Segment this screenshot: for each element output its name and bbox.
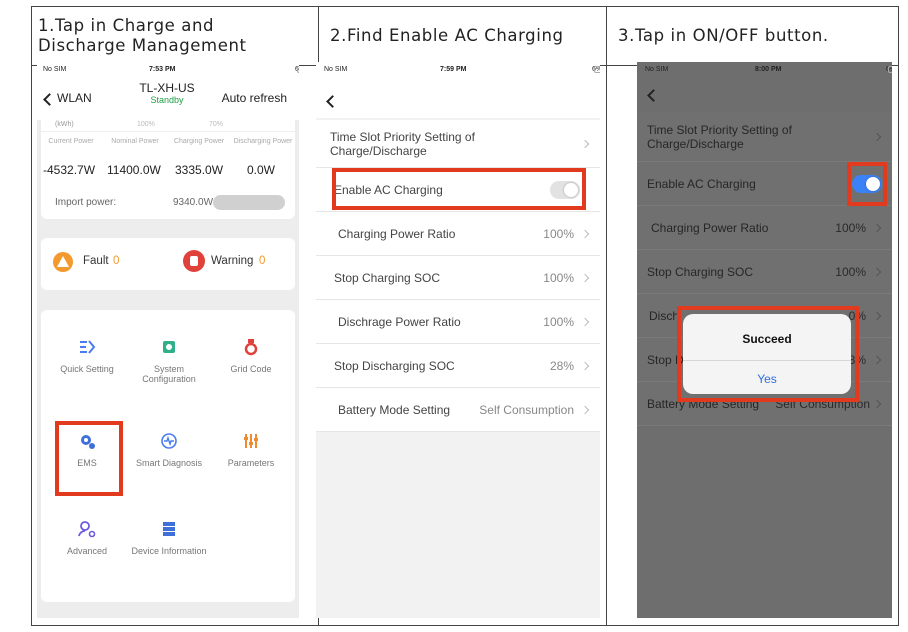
menu-quick-setting[interactable]: Quick Setting xyxy=(47,338,127,374)
quick-setting-icon xyxy=(80,340,96,354)
row-battery-mode-setting[interactable]: Battery Mode Setting Self Consumption xyxy=(316,388,600,432)
nominal-power-value: 11400.0W xyxy=(107,163,161,177)
phone-screen-2: No SIM 7:59 PM 6% Time Slot Priority Set… xyxy=(316,62,600,618)
fault-count: 0 xyxy=(113,255,120,267)
status-bar: No SIM 7:59 PM 6% xyxy=(316,66,600,76)
charging-power-value: 3335.0W xyxy=(175,163,224,177)
highlight-dialog xyxy=(677,306,859,402)
device-information-icon xyxy=(163,522,175,536)
menu-grid-code[interactable]: Grid Code xyxy=(211,338,291,374)
row-time-slot-priority[interactable]: Time Slot Priority Setting of Charge/Dis… xyxy=(316,120,600,168)
import-power-pill xyxy=(213,195,285,210)
back-icon[interactable] xyxy=(647,89,660,102)
menu-parameters[interactable]: Parameters xyxy=(211,432,291,468)
menu-system-configuration[interactable]: System Configuration xyxy=(129,338,209,384)
grid-code-icon xyxy=(244,339,258,356)
status-badge: Standby xyxy=(150,95,184,105)
advanced-user-icon xyxy=(78,521,96,538)
power-card: (kWh) 100% 70% Current Power Nominal Pow… xyxy=(41,119,295,219)
menu-advanced[interactable]: Advanced xyxy=(47,520,127,556)
current-power-value: -4532.7W xyxy=(43,163,96,177)
row-charging-power-ratio[interactable]: Charging Power Ratio 100% xyxy=(637,206,892,250)
status-bar: No SIM 7:53 PM 6% xyxy=(37,66,299,76)
warning-count: 0 xyxy=(259,255,266,267)
fault-icon xyxy=(53,252,73,272)
battery-icon xyxy=(888,66,892,73)
row-charging-power-ratio[interactable]: Charging Power Ratio 100% xyxy=(316,212,600,256)
highlight-toggle xyxy=(847,162,887,206)
menu-device-information[interactable]: Device Information xyxy=(129,520,209,556)
step-2-caption: 2.Find Enable AC Charging xyxy=(330,26,564,45)
import-power-value: 9340.0W xyxy=(173,197,214,208)
battery-icon xyxy=(594,66,600,73)
step-1-caption: 1.Tap in Charge and Discharge Management xyxy=(38,16,247,55)
warning-icon xyxy=(183,250,205,272)
battery-icon xyxy=(297,66,299,73)
highlight-ems xyxy=(55,421,123,496)
status-bar: No SIM 8:00 PM 6% xyxy=(637,66,892,76)
row-stop-discharging-soc[interactable]: Stop Discharging SOC 28% xyxy=(316,344,600,388)
auto-refresh-button[interactable]: Auto refresh xyxy=(222,91,287,105)
highlight-enable-ac-charging xyxy=(332,168,586,210)
back-label[interactable]: WLAN xyxy=(57,91,92,105)
row-stop-charging-soc[interactable]: Stop Charging SOC 100% xyxy=(637,250,892,294)
step-3-caption: 3.Tap in ON/OFF button. xyxy=(618,26,829,45)
phone-screen-3: No SIM 8:00 PM 6% Time Slot Priority Set… xyxy=(637,62,892,618)
row-time-slot-priority[interactable]: Time Slot Priority Setting of Charge/Dis… xyxy=(637,112,892,162)
alerts-card: Fault 0 Warning 0 xyxy=(41,238,295,290)
discharging-power-value: 0.0W xyxy=(247,163,276,177)
fault-label[interactable]: Fault xyxy=(83,255,109,267)
parameters-icon xyxy=(244,434,258,448)
system-configuration-icon xyxy=(163,341,175,353)
row-stop-charging-soc[interactable]: Stop Charging SOC 100% xyxy=(316,256,600,300)
menu-smart-diagnosis[interactable]: Smart Diagnosis xyxy=(129,432,209,468)
row-discharge-power-ratio[interactable]: Dischrage Power Ratio 100% xyxy=(316,300,600,344)
phone-screen-1: No SIM 7:53 PM 6% WLAN TL-XH-US Standby … xyxy=(37,62,299,618)
smart-diagnosis-icon xyxy=(161,433,177,449)
device-title: TL-XH-US xyxy=(139,81,195,95)
warning-label[interactable]: Warning xyxy=(211,255,253,267)
